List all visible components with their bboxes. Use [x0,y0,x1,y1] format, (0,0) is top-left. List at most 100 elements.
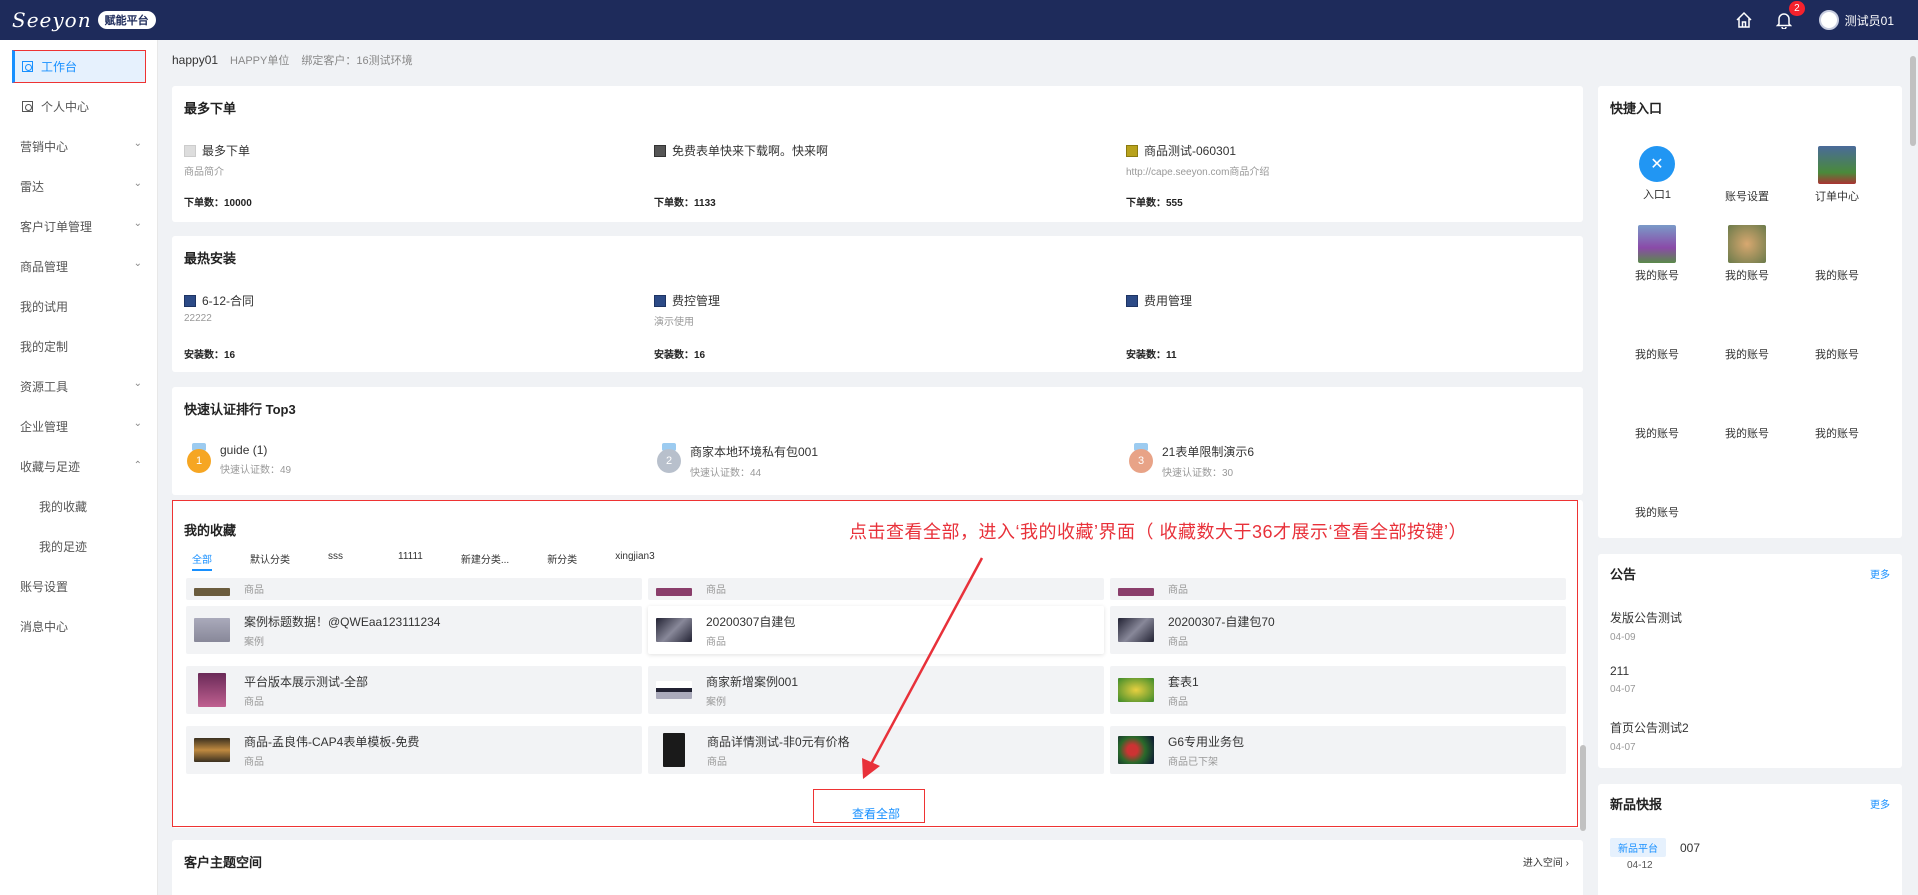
favorite-item[interactable]: 20200307-自建包70 商品 [1110,606,1566,654]
new-product-item[interactable]: 新品平台 007 [1610,838,1700,857]
product-item[interactable]: 最多下单 商品简介 [184,142,250,178]
tab-sss[interactable]: sss [328,551,343,571]
quick-entry-item[interactable]: 我的账号 [1622,225,1692,283]
product-item[interactable]: 免费表单快来下载啊。快来啊 [654,142,828,159]
quick-entry-item[interactable]: 账号设置 [1712,146,1782,204]
favorite-item[interactable]: 商品 [1110,578,1566,600]
announcement-item[interactable]: 211 04-07 [1610,664,1636,695]
chevron-down-icon: ⌄ [133,258,142,269]
entry-icon [1818,225,1856,263]
sidebar-item-favorites-footprint[interactable]: 收藏与足迹 ⌃ [0,446,158,486]
quick-entry-item[interactable]: 我的账号 [1622,383,1692,441]
quick-entry-item[interactable]: 订单中心 [1802,146,1872,204]
announcements-more-link[interactable]: 更多 [1870,566,1890,581]
tab-11111[interactable]: 11111 [398,551,423,571]
rank-item[interactable]: 1 guide (1) 快速认证数：49 [186,443,291,476]
sidebar-item-tools[interactable]: 资源工具 ⌄ [0,366,158,406]
announcement-date: 04-07 [1610,684,1636,695]
sidebar-item-products[interactable]: 商品管理 ⌄ [0,246,158,286]
rank-item[interactable]: 3 21表单限制演示6 快速认证数：30 [1128,443,1254,479]
card-title: 我的收藏 [184,523,237,538]
item-thumbnail [194,618,230,642]
chevron-down-icon: ⌄ [133,218,142,229]
favorite-item[interactable]: G6专用业务包 商品已下架 [1110,726,1566,774]
cert-top3-card: 快速认证排行 Top3 1 guide (1) 快速认证数：49 2 商家本地环境… [172,387,1583,495]
sidebar-item-enterprise[interactable]: 企业管理 ⌄ [0,406,158,446]
announcement-item[interactable]: 首页公告测试2 04-07 [1610,719,1689,753]
rank-item[interactable]: 2 商家本地环境私有包001 快速认证数：44 [656,443,818,479]
sidebar-item-custom[interactable]: 我的定制 [0,326,158,366]
favorite-item[interactable]: 平台版本展示测试-全部 商品 [186,666,642,714]
install-count: 安装数：11 [1126,350,1177,361]
item-type: 商品 [706,585,726,596]
install-item[interactable]: 费用管理 [1126,292,1192,309]
announcement-item[interactable]: 发版公告测试 04-09 [1610,609,1682,643]
view-all-button[interactable]: 查看全部 [852,805,900,822]
gold-medal-icon: 1 [186,443,212,473]
item-thumbnail [656,588,692,596]
quick-entry-item[interactable]: ✕ 入口1 [1622,146,1692,202]
favorite-item[interactable]: 商品 [648,578,1104,600]
user-name[interactable]: 测试员01 [1845,12,1894,29]
logo[interactable]: Seeyon 赋能平台 [12,8,156,32]
enter-space-link[interactable]: 进入空间 › [1523,854,1569,869]
entry-label: 入口1 [1642,189,1672,201]
sidebar-item-workbench[interactable]: 工作台 [0,46,158,86]
sidebar-item-account[interactable]: 账号设置 [0,566,158,606]
breadcrumb: happy01 HAPPY单位 绑定客户：16测试环境 [172,52,413,68]
quick-entry-item[interactable]: 我的账号 [1802,383,1872,441]
page-scrollbar[interactable] [1910,56,1916,146]
sidebar-item-personal[interactable]: 个人中心 [0,86,158,126]
tab-all[interactable]: 全部 [192,551,212,571]
new-products-more-link[interactable]: 更多 [1870,796,1890,811]
install-name: 费控管理 [672,294,721,308]
sidebar-item-marketing[interactable]: 营销中心 ⌄ [0,126,158,166]
item-name: 商品-孟良伟-CAP4表单模板-免费 [244,734,420,749]
tab-new-category[interactable]: 新建分类... [461,551,509,571]
quick-entry-item[interactable]: 我的账号 [1712,304,1782,362]
quick-entry-item[interactable]: 我的账号 [1622,462,1692,520]
grid-icon [22,60,33,72]
breadcrumb-unit: HAPPY单位 [230,55,290,67]
user-avatar[interactable] [1818,10,1839,30]
entry-icon [1818,304,1856,342]
sidebar-item-messages[interactable]: 消息中心 [0,606,158,646]
favorite-item[interactable]: 商品 [186,578,642,600]
install-item[interactable]: 6-12-合同 22222 [184,292,254,324]
tab-xinfenlei[interactable]: 新分类 [547,551,577,571]
quick-entry-item[interactable]: 我的账号 [1712,225,1782,283]
favorite-item[interactable]: 商品详情测试-非0元有价格 商品 [648,726,1104,774]
item-name: 案例标题数据！@QWEaa123111234 [244,614,441,629]
favorite-item[interactable]: 商品-孟良伟-CAP4表单模板-免费 商品 [186,726,642,774]
entry-icon [1638,462,1676,500]
order-count: 下单数：555 [1126,198,1183,209]
breadcrumb-customer: 绑定客户：16测试环境 [301,55,413,67]
bell-icon[interactable]: 2 [1773,1,1805,31]
install-name: 费用管理 [1144,294,1193,308]
home-icon[interactable] [1733,9,1755,31]
quick-entry-item[interactable]: 我的账号 [1622,304,1692,362]
quick-entry-item[interactable]: 我的账号 [1802,225,1872,283]
item-type: 商品 [706,636,726,648]
tab-xingjian3[interactable]: xingjian3 [615,551,654,571]
quick-entry-item[interactable]: 我的账号 [1802,304,1872,362]
sidebar-item-my-footprint[interactable]: 我的足迹 [0,526,158,566]
item-thumbnail [198,673,226,707]
favorite-item[interactable]: 商家新增案例001 案例 [648,666,1104,714]
sidebar-item-label: 营销中心 [20,139,69,154]
item-name: 套表1 [1168,674,1199,689]
favorites-scrollbar[interactable] [1580,745,1586,831]
favorite-item[interactable]: 套表1 商品 [1110,666,1566,714]
favorite-item[interactable]: 20200307自建包 商品 [648,606,1104,654]
sidebar-item-my-favorites[interactable]: 我的收藏 [0,486,158,526]
product-name: 商品测试-060301 [1144,144,1237,158]
sidebar-item-orders[interactable]: 客户订单管理 ⌄ [0,206,158,246]
sidebar-item-trial[interactable]: 我的试用 [0,286,158,326]
install-item[interactable]: 费控管理 演示使用 [654,292,720,328]
product-item[interactable]: 商品测试-060301 http://cape.seeyon.com商品介绍 [1126,142,1269,178]
entry-icon: ✕ [1639,146,1675,182]
favorite-item[interactable]: 案例标题数据！@QWEaa123111234 案例 [186,606,642,654]
sidebar-item-radar[interactable]: 雷达 ⌄ [0,166,158,206]
quick-entry-item[interactable]: 我的账号 [1712,383,1782,441]
tab-default[interactable]: 默认分类 [250,551,290,571]
